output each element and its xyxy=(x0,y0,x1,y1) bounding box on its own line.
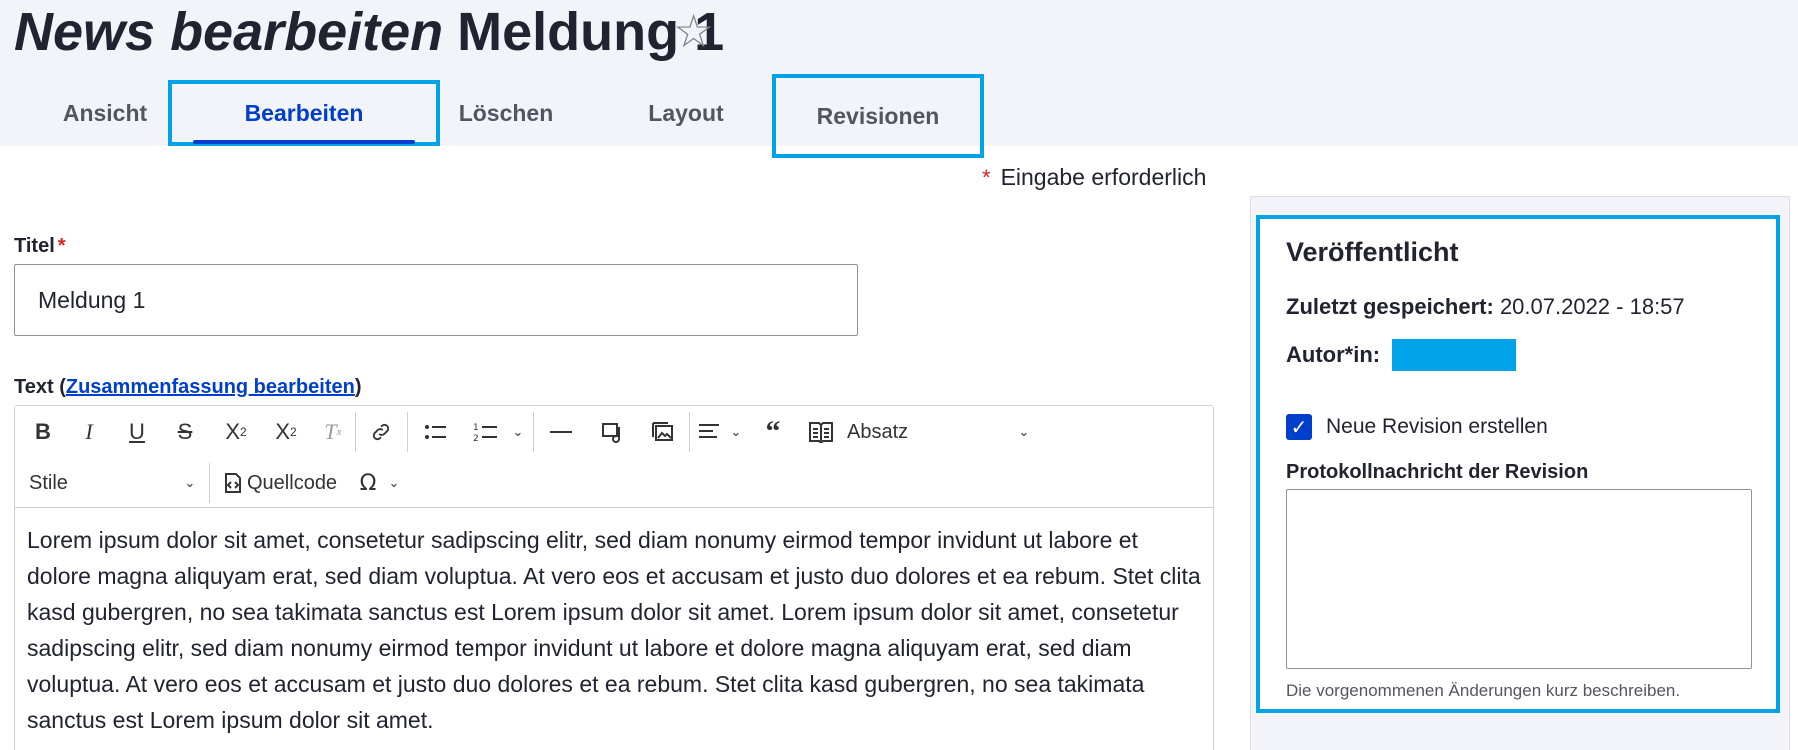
log-message-textarea[interactable] xyxy=(1286,489,1752,669)
tab-revisionen[interactable]: Revisionen xyxy=(772,74,984,158)
toolbar-separator xyxy=(689,412,690,452)
subscript-icon[interactable]: X2 xyxy=(265,414,307,450)
toolbar-separator xyxy=(407,412,408,452)
tab-label: Löschen xyxy=(458,99,554,126)
toolbar-separator xyxy=(533,412,534,452)
log-message-label: Protokollnachricht der Revision xyxy=(1286,461,1589,483)
strikethrough-icon[interactable]: S xyxy=(167,414,203,450)
italic-icon[interactable]: I xyxy=(71,414,107,450)
svg-text:1: 1 xyxy=(473,423,479,433)
meta-panel: Veröffentlicht Zuletzt gespeichert: 20.0… xyxy=(1256,215,1780,713)
title-label: Titel * xyxy=(14,235,66,258)
underline-icon[interactable]: U xyxy=(119,414,155,450)
tab-label: Revisionen xyxy=(816,102,940,129)
special-characters-icon[interactable]: Ω xyxy=(353,465,383,501)
toolbar-separator xyxy=(355,412,356,452)
chevron-down-icon[interactable]: ⌄ xyxy=(181,465,199,501)
tab-bearbeiten[interactable]: Bearbeiten xyxy=(168,80,440,146)
new-revision-checkbox[interactable]: ✓ xyxy=(1286,414,1312,440)
toolbar-separator xyxy=(209,463,210,503)
table-of-contents-icon[interactable] xyxy=(801,414,841,450)
chevron-down-icon[interactable]: ⌄ xyxy=(385,465,403,501)
numbered-list-icon[interactable]: 12 xyxy=(465,414,507,450)
publish-status: Veröffentlicht xyxy=(1286,237,1459,267)
last-saved-value: 20.07.2022 - 18:57 xyxy=(1499,294,1685,319)
bulleted-list-icon[interactable] xyxy=(415,414,457,450)
last-saved: Zuletzt gespeichert: 20.07.2022 - 18:57 xyxy=(1286,294,1685,320)
style-select[interactable]: Stile xyxy=(29,465,109,501)
required-marker: * xyxy=(982,165,991,190)
text-label: Text (Zusammenfassung bearbeiten) xyxy=(14,376,362,398)
author: Autor*in: xyxy=(1286,342,1380,368)
tab-loeschen[interactable]: Löschen xyxy=(438,82,574,144)
summary-link[interactable]: Zusammenfassung bearbeiten xyxy=(66,376,355,398)
editor-content[interactable]: Lorem ipsum dolor sit amet, consetetur s… xyxy=(27,522,1203,738)
page-title-type: News bearbeiten xyxy=(14,2,444,62)
tab-ansicht[interactable]: Ansicht xyxy=(40,82,170,144)
chevron-down-icon[interactable]: ⌄ xyxy=(1015,414,1033,450)
chevron-down-icon[interactable]: ⌄ xyxy=(509,414,527,450)
media-icon[interactable] xyxy=(593,414,633,450)
required-hint-text: Eingabe erforderlich xyxy=(1000,164,1207,190)
heading-select[interactable]: Absatz xyxy=(847,414,927,450)
remove-format-icon[interactable]: Tx xyxy=(315,414,351,450)
align-icon[interactable] xyxy=(695,414,725,450)
last-saved-label: Zuletzt gespeichert: xyxy=(1286,294,1494,319)
tab-label: Layout xyxy=(648,99,724,126)
required-hint: * Eingabe erforderlich xyxy=(982,164,1206,191)
svg-text:2: 2 xyxy=(473,434,479,443)
text-label-text: Text xyxy=(14,376,54,398)
new-revision-label[interactable]: Neue Revision erstellen xyxy=(1326,415,1548,439)
tab-label: Ansicht xyxy=(62,99,148,126)
author-label: Autor*in: xyxy=(1286,342,1381,367)
source-code-label[interactable]: Quellcode xyxy=(247,465,347,501)
page-title: News bearbeiten Meldung 1 xyxy=(14,2,724,62)
link-icon[interactable] xyxy=(361,414,401,450)
chevron-down-icon[interactable]: ⌄ xyxy=(727,414,745,450)
page-header: News bearbeiten Meldung 1 ☆ Ansicht Bearb… xyxy=(0,0,1798,158)
required-marker: * xyxy=(57,235,66,257)
bold-icon[interactable]: B xyxy=(25,414,61,450)
image-icon[interactable] xyxy=(643,414,683,450)
superscript-icon[interactable]: X2 xyxy=(215,414,257,450)
horizontal-line-icon[interactable] xyxy=(541,414,581,450)
source-code-icon[interactable] xyxy=(219,465,247,501)
title-label-text: Titel xyxy=(14,235,55,257)
blockquote-icon[interactable]: “ xyxy=(755,414,791,450)
editor-toolbar: B I U S X2 X2 Tx 12 ⌄ ⌄ “ Absatz ⌄ Stile… xyxy=(15,406,1213,508)
star-icon[interactable]: ☆ xyxy=(673,6,714,56)
author-redacted xyxy=(1392,339,1516,371)
active-tab-underline xyxy=(193,140,415,144)
title-input[interactable] xyxy=(14,264,858,336)
log-message-help: Die vorgenommenen Änderungen kurz beschr… xyxy=(1286,681,1681,700)
rich-text-editor: B I U S X2 X2 Tx 12 ⌄ ⌄ “ Absatz ⌄ Stile… xyxy=(14,405,1214,750)
tab-label: Bearbeiten xyxy=(244,99,364,126)
tab-layout[interactable]: Layout xyxy=(620,82,752,144)
